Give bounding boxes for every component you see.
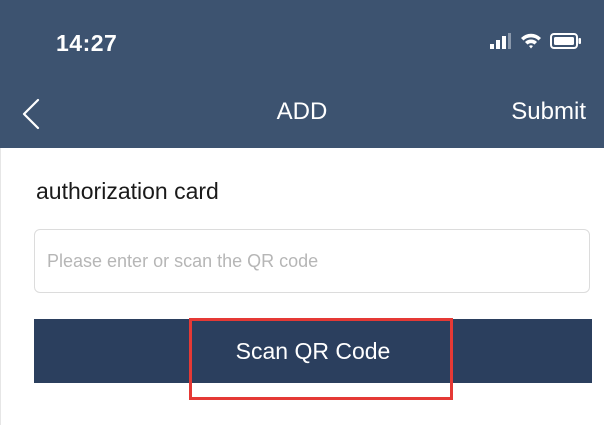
battery-icon — [550, 32, 582, 54]
header: 14:27 ADD Submit — [0, 0, 604, 148]
scan-qr-code-button[interactable]: Scan QR Code — [34, 319, 592, 383]
divider — [0, 148, 1, 425]
status-bar: 14:27 — [0, 0, 604, 90]
status-icons — [490, 32, 582, 54]
status-time: 14:27 — [56, 30, 118, 56]
qr-code-input[interactable] — [34, 229, 590, 293]
nav-bar: ADD Submit — [0, 90, 604, 148]
app-screen: 14:27 ADD Submit authorization card Plea… — [0, 0, 604, 425]
wifi-icon — [520, 32, 542, 54]
submit-button[interactable]: Submit — [511, 98, 586, 126]
authorization-card-label: authorization card — [36, 178, 219, 204]
signal-icon — [490, 32, 512, 54]
